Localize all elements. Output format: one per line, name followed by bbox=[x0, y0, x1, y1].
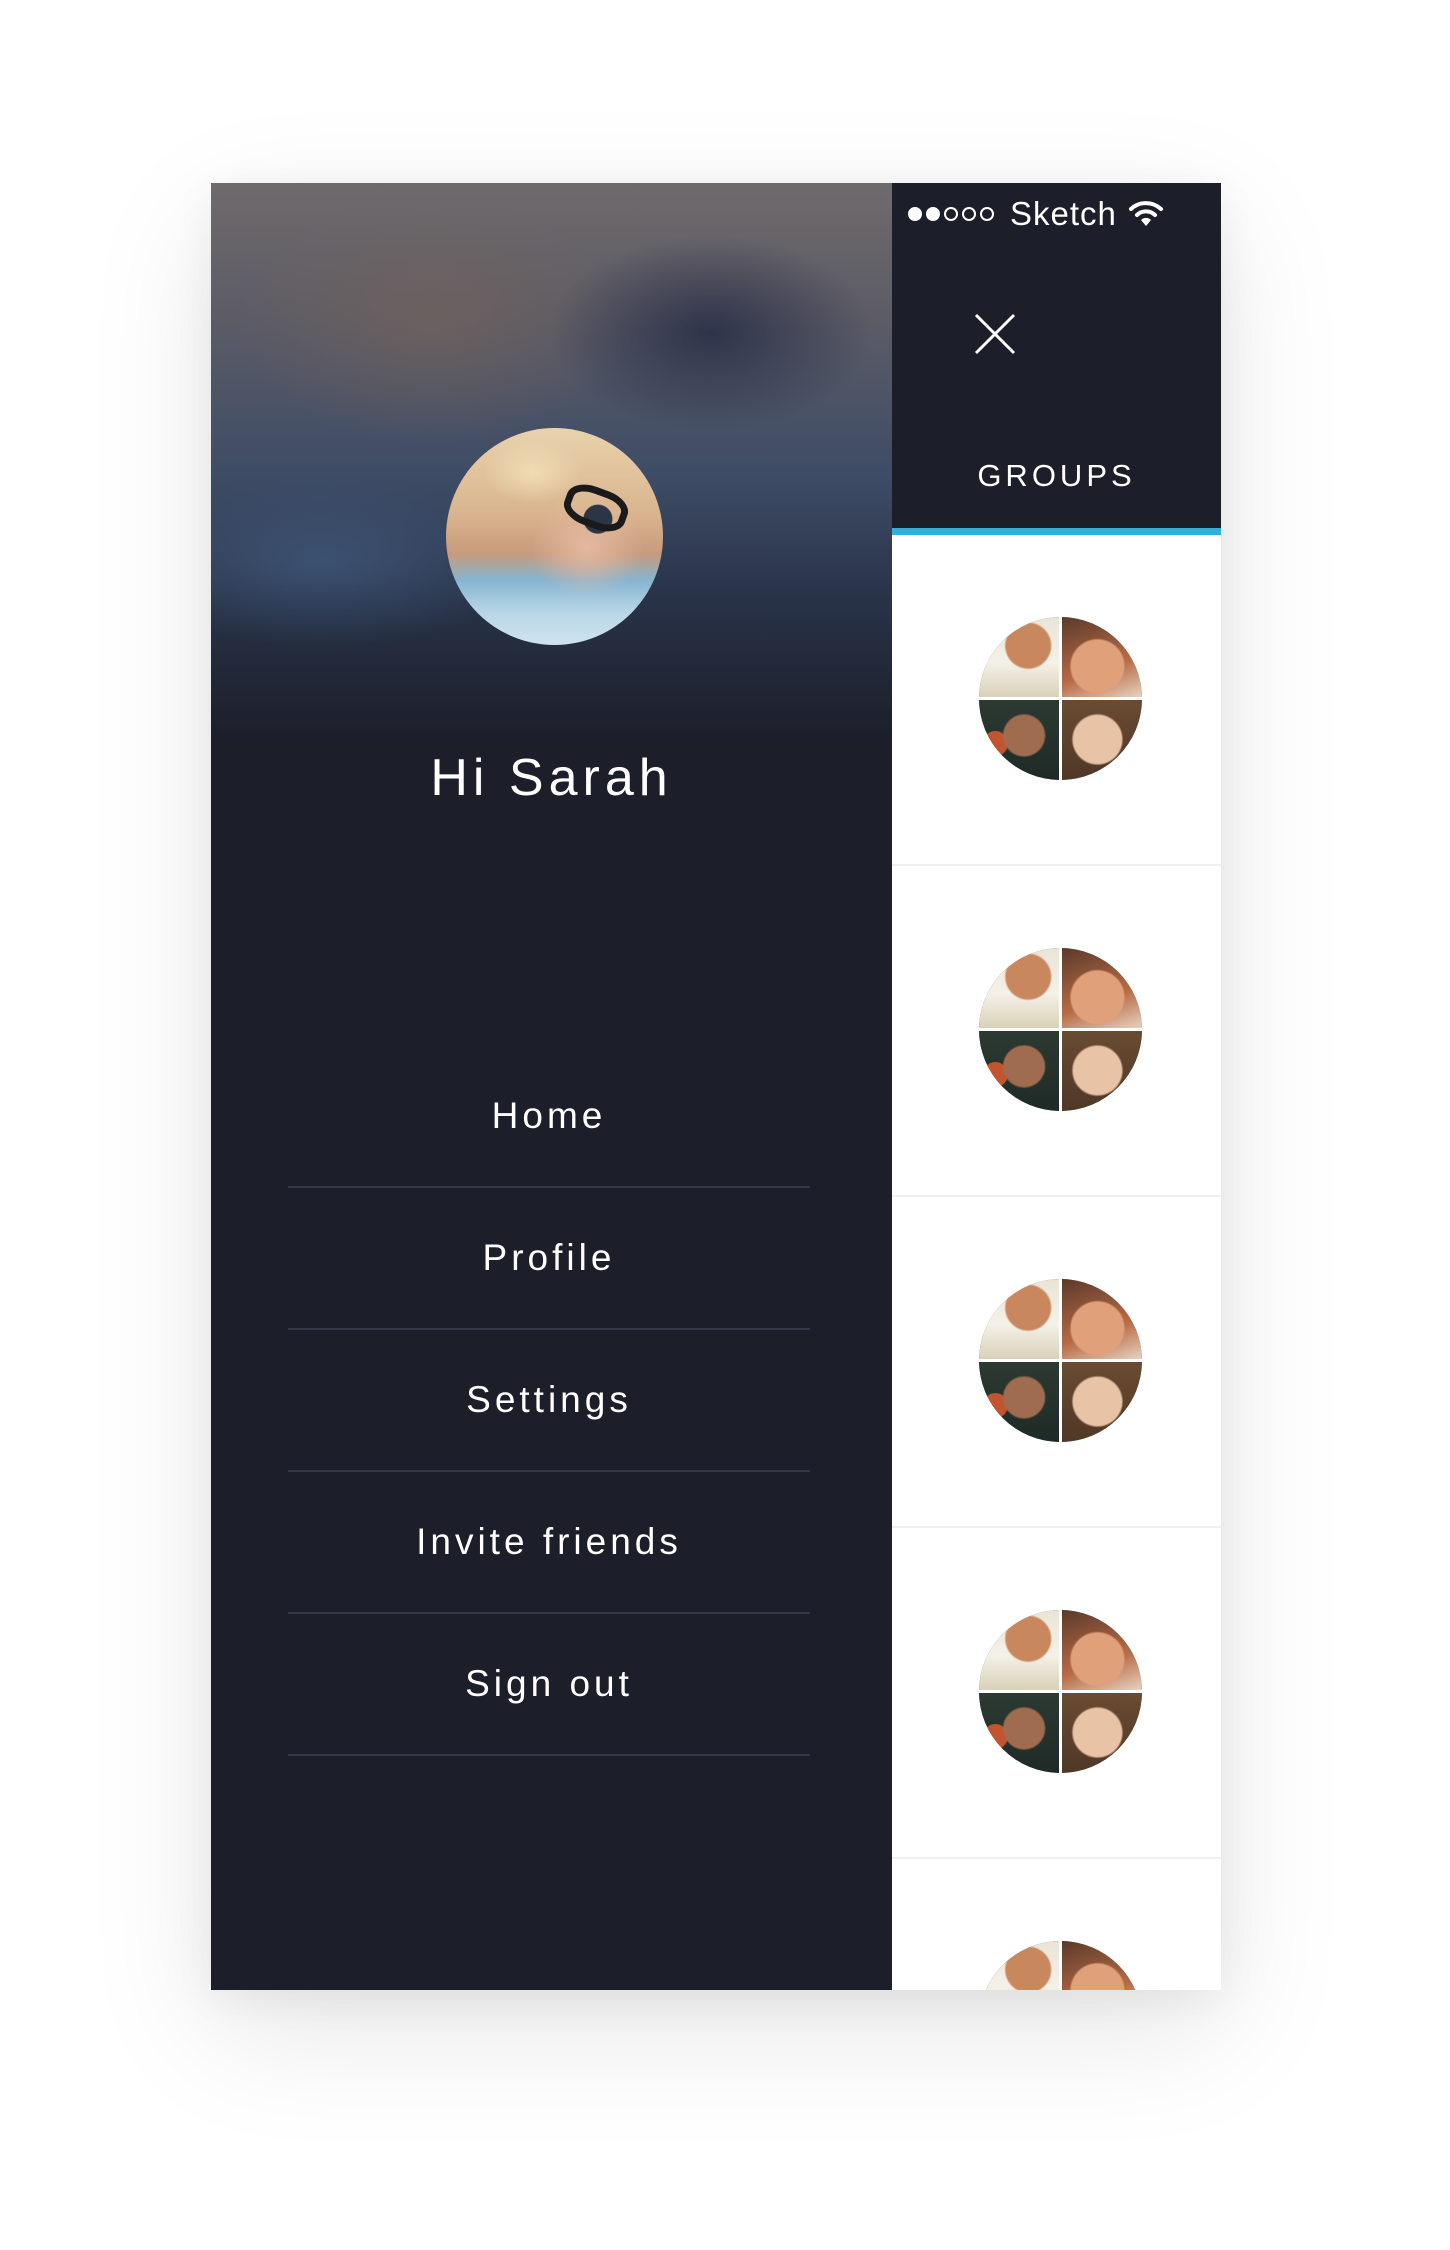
group-list-item[interactable] bbox=[892, 866, 1221, 1197]
menu-item-home[interactable]: Home bbox=[288, 1046, 810, 1188]
tab-groups[interactable]: GROUPS bbox=[892, 458, 1221, 494]
group-list bbox=[892, 535, 1221, 1990]
signal-dot bbox=[944, 207, 958, 221]
menu-item-invite-friends[interactable]: Invite friends bbox=[288, 1472, 810, 1614]
navigation-drawer: Hi Sarah Home Profile Settings Invite fr… bbox=[211, 183, 892, 1990]
group-list-item[interactable] bbox=[892, 1528, 1221, 1859]
group-list-item[interactable] bbox=[892, 1859, 1221, 1990]
group-avatar bbox=[979, 617, 1142, 780]
signal-dot bbox=[962, 207, 976, 221]
group-list-item[interactable] bbox=[892, 535, 1221, 866]
groups-header: Sketch GROUPS bbox=[892, 183, 1221, 532]
wifi-icon bbox=[1128, 201, 1163, 226]
carrier-name: Sketch bbox=[1010, 195, 1117, 232]
menu-item-profile[interactable]: Profile bbox=[288, 1188, 810, 1330]
signal-strength-icon bbox=[908, 207, 998, 221]
close-icon bbox=[974, 313, 1016, 355]
menu-item-sign-out[interactable]: Sign out bbox=[288, 1614, 810, 1756]
group-list-item[interactable] bbox=[892, 1197, 1221, 1528]
signal-dot bbox=[908, 207, 922, 221]
group-avatar bbox=[979, 1941, 1142, 1990]
signal-dot bbox=[926, 207, 940, 221]
status-bar: Sketch bbox=[908, 195, 1163, 233]
active-tab-indicator bbox=[892, 528, 1221, 535]
menu-item-settings[interactable]: Settings bbox=[288, 1330, 810, 1472]
phone-screen: Hi Sarah Home Profile Settings Invite fr… bbox=[211, 183, 1221, 1990]
greeting-text: Hi Sarah bbox=[430, 749, 673, 807]
group-avatar bbox=[979, 1279, 1142, 1442]
signal-dot bbox=[980, 207, 994, 221]
drawer-menu: Home Profile Settings Invite friends Sig… bbox=[288, 1046, 810, 1756]
group-avatar bbox=[979, 948, 1142, 1111]
avatar-glasses-detail bbox=[559, 478, 633, 538]
close-drawer-button[interactable] bbox=[972, 311, 1018, 357]
groups-panel: Sketch GROUPS bbox=[892, 183, 1221, 1990]
stage: Hi Sarah Home Profile Settings Invite fr… bbox=[0, 0, 1450, 2250]
group-avatar bbox=[979, 1610, 1142, 1773]
user-avatar[interactable] bbox=[446, 428, 663, 645]
